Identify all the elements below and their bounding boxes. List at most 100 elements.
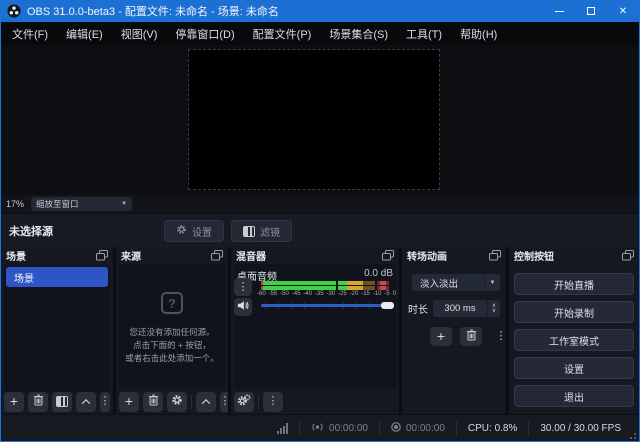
scene-menu-button[interactable]: ⋮ <box>100 392 110 412</box>
trash-icon <box>33 394 44 409</box>
cpu-usage: CPU: 0.8% <box>468 423 517 434</box>
source-filters-label: 滤镜 <box>260 224 280 239</box>
volume-slider[interactable] <box>261 301 394 310</box>
slider-track[interactable] <box>261 304 394 307</box>
popout-icon[interactable] <box>489 250 501 261</box>
popout-icon[interactable] <box>211 250 223 261</box>
popout-icon[interactable] <box>622 250 634 261</box>
popout-icon[interactable] <box>382 250 394 261</box>
start-recording-button[interactable]: 开始录制 <box>514 301 634 323</box>
sources-dock-title: 来源 <box>121 248 141 263</box>
remove-scene-button[interactable] <box>28 392 48 412</box>
studio-mode-button[interactable]: 工作室模式 <box>514 329 634 351</box>
close-button[interactable]: ✕ <box>607 0 639 22</box>
scenes-dock: 场景 场景 + ⋮ <box>1 247 113 414</box>
volume-meter <box>261 281 389 291</box>
signal-bars-icon <box>277 423 288 434</box>
status-divider <box>299 421 300 436</box>
filter-icon <box>56 396 68 407</box>
source-menu-button[interactable]: ⋮ <box>220 392 228 412</box>
status-divider <box>379 421 380 436</box>
scene-list-item-selected[interactable]: 场景 <box>6 267 108 287</box>
menu-docks[interactable]: 停靠窗口(D) <box>166 22 243 45</box>
scenes-dock-header[interactable]: 场景 <box>1 247 113 264</box>
mute-button[interactable] <box>234 298 252 316</box>
fps-indicator: 30.00 / 30.00 FPS <box>540 423 621 434</box>
transitions-dock: 转场动画 淡入淡出 ▼ 时长 300 ms ∧∨ <box>402 247 506 414</box>
scenes-dock-toolbar: + ⋮ <box>1 389 113 414</box>
exit-button[interactable]: 退出 <box>514 385 634 407</box>
menu-file[interactable]: 文件(F) <box>3 22 57 45</box>
question-mark-icon: ? <box>161 292 183 314</box>
remove-source-button[interactable] <box>143 392 163 412</box>
transitions-dock-title: 转场动画 <box>407 248 447 263</box>
zoom-mode-dropdown[interactable]: 缩放至窗口 ▼ <box>31 197 132 211</box>
move-source-up-button[interactable] <box>196 392 216 412</box>
chevron-up-icon <box>82 399 90 407</box>
source-properties-toolbar-button[interactable] <box>167 392 187 412</box>
vertical-dots-icon: ⋮ <box>238 282 249 293</box>
record-timer: 00:00:00 <box>391 422 445 435</box>
add-source-button[interactable]: + <box>119 392 139 412</box>
transitions-dock-header[interactable]: 转场动画 <box>402 247 506 264</box>
slider-handle[interactable] <box>381 302 394 309</box>
sources-empty-line: 点击下面的 + 按钮， <box>133 339 211 352</box>
menu-profile[interactable]: 配置文件(P) <box>244 22 321 45</box>
status-divider <box>528 421 529 436</box>
transition-dropdown[interactable]: 淡入淡出 ▼ <box>412 274 500 291</box>
preview-area[interactable] <box>1 45 639 195</box>
source-properties-button[interactable]: 设置 <box>164 220 224 242</box>
add-transition-button[interactable]: + <box>430 327 452 346</box>
scene-list[interactable]: 场景 <box>4 267 110 392</box>
window-title: OBS 31.0.0-beta3 - 配置文件: 未命名 - 场景: 未命名 <box>27 3 279 19</box>
menu-tools[interactable]: 工具(T) <box>397 22 451 45</box>
minimize-icon <box>555 11 564 12</box>
resize-grip[interactable] <box>629 432 636 439</box>
chevron-up-icon <box>202 399 210 407</box>
toolbar-divider <box>191 395 192 409</box>
maximize-button[interactable] <box>575 0 607 22</box>
source-list[interactable]: ? 您还没有添加任何源。 点击下面的 + 按钮， 或者右击此处添加一个。 <box>119 264 225 389</box>
obs-window: OBS 31.0.0-beta3 - 配置文件: 未命名 - 场景: 未命名 ✕… <box>0 0 640 442</box>
sources-empty-line: 您还没有添加任何源。 <box>129 326 214 339</box>
settings-button[interactable]: 设置 <box>514 357 634 379</box>
trash-icon <box>466 329 477 344</box>
dock-row: 场景 场景 + ⋮ 来源 <box>1 247 639 414</box>
popout-icon[interactable] <box>96 250 108 261</box>
mixer-dock-header[interactable]: 混音器 <box>231 247 399 264</box>
remove-transition-button[interactable] <box>460 327 482 346</box>
start-streaming-button[interactable]: 开始直播 <box>514 273 634 295</box>
preview-zoom-row: 17% 缩放至窗口 ▼ <box>1 195 639 213</box>
menu-view[interactable]: 视图(V) <box>112 22 167 45</box>
sources-dock: 来源 ? 您还没有添加任何源。 点击下面的 + 按钮， 或者右击此处添加一个。 … <box>116 247 228 414</box>
controls-dock-header[interactable]: 控制按钮 <box>509 247 639 264</box>
add-scene-button[interactable]: + <box>4 392 24 412</box>
move-scene-up-button[interactable] <box>76 392 96 412</box>
transition-value: 淡入淡出 <box>420 276 458 290</box>
record-time: 00:00:00 <box>406 423 445 434</box>
sources-dock-header[interactable]: 来源 <box>116 247 228 264</box>
duration-spinner[interactable]: 300 ms ∧∨ <box>433 300 500 317</box>
scene-filters-button[interactable] <box>52 392 72 412</box>
filter-icon <box>243 226 255 237</box>
duration-value: 300 ms <box>433 303 487 314</box>
spinner-down-icon: ∨ <box>492 309 496 314</box>
source-toolbar: 未选择源 设置 滤镜 <box>1 213 639 247</box>
minimize-button[interactable] <box>543 0 575 22</box>
advanced-audio-button[interactable] <box>234 392 254 412</box>
menu-help[interactable]: 帮助(H) <box>451 22 506 45</box>
duration-label: 时长 <box>408 301 428 316</box>
vertical-dots-icon: ⋮ <box>220 396 229 407</box>
stream-time: 00:00:00 <box>329 423 368 434</box>
program-canvas[interactable] <box>188 49 440 190</box>
no-source-label: 未选择源 <box>9 223 53 239</box>
title-bar[interactable]: OBS 31.0.0-beta3 - 配置文件: 未命名 - 场景: 未命名 ✕ <box>1 0 639 22</box>
menu-edit[interactable]: 编辑(E) <box>57 22 112 45</box>
mixer-menu-button[interactable]: ⋮ <box>263 392 283 412</box>
volume-meter-bar-left <box>261 281 389 285</box>
spinner-arrows[interactable]: ∧∨ <box>487 300 500 317</box>
mixer-channel-menu-button[interactable]: ⋮ <box>234 278 252 296</box>
menu-scene-collection[interactable]: 场景集合(S) <box>320 22 397 45</box>
source-filters-button[interactable]: 滤镜 <box>231 220 292 242</box>
toolbar-divider <box>258 395 259 409</box>
